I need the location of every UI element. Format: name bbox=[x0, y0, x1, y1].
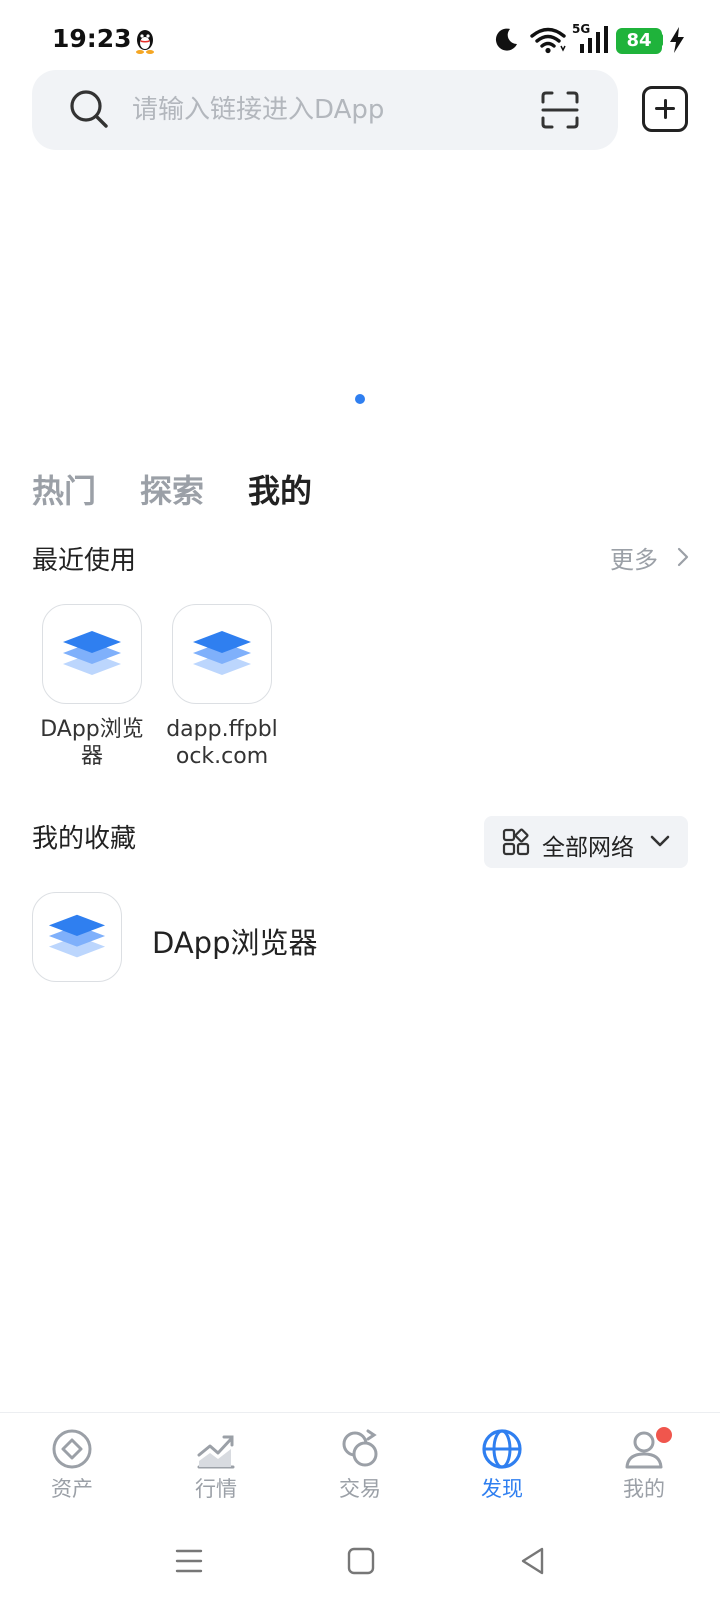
notification-badge bbox=[656, 1427, 672, 1443]
nav-assets[interactable]: 资产 bbox=[12, 1427, 132, 1503]
recent-section-title: 最近使用 bbox=[32, 546, 137, 576]
search-bar[interactable] bbox=[32, 70, 618, 150]
more-link[interactable]: 更多 bbox=[610, 540, 658, 575]
battery-tip bbox=[660, 34, 663, 46]
favorites-section-title: 我的收藏 bbox=[32, 824, 137, 854]
app-tile bbox=[42, 604, 142, 704]
system-nav-bar bbox=[0, 1524, 720, 1604]
battery-indicator: 84 bbox=[616, 28, 662, 54]
status-bar: 19:23 5G 84 bbox=[0, 0, 720, 80]
bottom-nav: 资产 行情 交易 发现 我的 bbox=[0, 1412, 720, 1522]
recent-app-item[interactable]: dapp.ffpblock.com bbox=[158, 604, 286, 770]
network-filter-label: 全部网络 bbox=[542, 835, 634, 861]
nav-label: 发现 bbox=[481, 1477, 523, 1501]
network-filter-dropdown[interactable]: 全部网络 bbox=[484, 816, 688, 868]
scan-icon[interactable] bbox=[540, 90, 580, 130]
dapp-url-input[interactable] bbox=[132, 90, 512, 130]
nav-profile[interactable]: 我的 bbox=[584, 1427, 704, 1503]
qq-penguin-icon bbox=[136, 30, 154, 54]
nav-label: 行情 bbox=[195, 1477, 237, 1501]
grid-icon bbox=[502, 828, 530, 856]
chevron-down-icon bbox=[650, 835, 670, 847]
recent-app-item[interactable]: DApp浏览器 bbox=[28, 604, 156, 770]
search-icon bbox=[70, 90, 108, 128]
discover-page: 19:23 5G 84 请输入链接进入DApp 热门 探索 我的 最近使用 更多… bbox=[0, 0, 720, 1604]
nav-label: 资产 bbox=[51, 1477, 93, 1501]
favorite-item[interactable]: DApp浏览器 bbox=[32, 892, 688, 982]
favorite-app-name: DApp浏览器 bbox=[152, 926, 318, 960]
nav-trade[interactable]: 交易 bbox=[300, 1427, 420, 1503]
asset-icon bbox=[52, 1429, 92, 1469]
tab-hot[interactable]: 热门 bbox=[32, 466, 96, 512]
menu-icon[interactable] bbox=[174, 1546, 204, 1576]
recent-app-name: DApp浏览器 bbox=[40, 717, 144, 769]
layers-icon bbox=[48, 914, 106, 958]
banner-pagination-dot bbox=[355, 394, 365, 404]
market-chart-icon bbox=[197, 1435, 235, 1469]
tab-mine[interactable]: 我的 bbox=[248, 466, 312, 512]
layers-icon bbox=[63, 631, 121, 675]
app-tile bbox=[172, 604, 272, 704]
wifi-icon bbox=[530, 27, 566, 54]
chevron-right-icon[interactable] bbox=[676, 546, 690, 568]
nav-market[interactable]: 行情 bbox=[156, 1427, 276, 1503]
nav-label: 我的 bbox=[623, 1477, 665, 1501]
back-icon[interactable] bbox=[518, 1546, 548, 1576]
nav-discover[interactable]: 发现 bbox=[442, 1427, 562, 1503]
swap-icon bbox=[342, 1429, 378, 1467]
home-icon[interactable] bbox=[346, 1546, 376, 1576]
app-tile bbox=[32, 892, 122, 982]
recent-app-name: dapp.ffpblock.com bbox=[166, 717, 278, 769]
status-time: 19:23 bbox=[52, 24, 132, 53]
nav-label: 交易 bbox=[339, 1477, 381, 1501]
layers-icon bbox=[193, 631, 251, 675]
charging-bolt-icon bbox=[670, 27, 684, 53]
add-dapp-button[interactable] bbox=[642, 86, 688, 132]
signal-strength-icon bbox=[580, 26, 608, 53]
moon-icon bbox=[495, 28, 517, 51]
tab-explore[interactable]: 探索 bbox=[140, 466, 204, 512]
globe-icon bbox=[482, 1429, 522, 1469]
